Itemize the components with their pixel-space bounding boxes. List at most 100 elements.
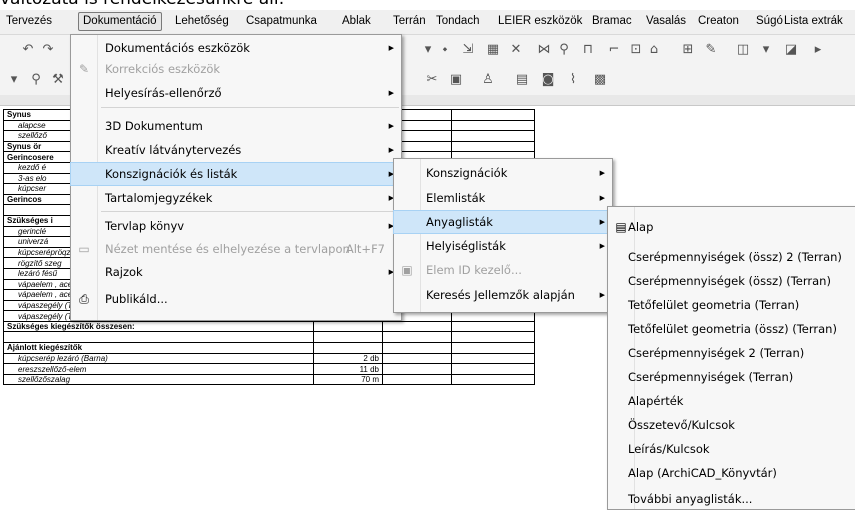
more-icon[interactable]: ▸ (810, 42, 826, 58)
menu-item-label: Cserépmennyiségek (Terran) (628, 370, 794, 384)
dropdown-icon[interactable]: ▾ (758, 42, 774, 58)
menu-item-cserepmennyisegek-ossz-terran[interactable]: Cserépmennyiségek (össz) (Terran) (608, 270, 855, 292)
table-cell (451, 352, 535, 365)
grid-icon[interactable]: ⊞ (680, 42, 696, 58)
menu-item-alapertek[interactable]: Alapérték (608, 390, 855, 412)
menu-item-label: 3D Dokumentum (105, 119, 203, 133)
menu-item-label: Alapérték (628, 394, 684, 408)
redo-icon[interactable]: ↷ (40, 42, 56, 58)
menu-item-konszignaciok[interactable]: Konszignációk ▶ (394, 162, 612, 184)
menu-lehetoseg[interactable]: Lehetőség (171, 13, 233, 30)
menu-lista-extrak[interactable]: Lista extrák (780, 13, 847, 30)
menu-item-anyaglistak[interactable]: Anyaglisták ▶ (393, 210, 613, 234)
menu-bar: Tervezés Dokumentáció Lehetőség Csapatmunka… (0, 10, 855, 35)
menu-leier-eszkozok[interactable]: LEIER eszközök (494, 13, 586, 30)
table-cell (451, 363, 535, 375)
view-icon[interactable]: ◪ (783, 42, 799, 58)
menu-item-kereses-jellemzok-alapjan[interactable]: Keresés Jellemzők alapján ▶ (394, 284, 612, 306)
figure-icon[interactable]: ⚲ (28, 72, 44, 88)
menu-item-helyesiras-ellenorzo[interactable]: Helyesírás-ellenőrző ▶ (71, 82, 401, 104)
measure-icon[interactable]: ⋈ (536, 42, 552, 58)
lists-submenu: Konszignációk ▶ Elemlisták ▶ Anyaglisták ▶ Hel… (393, 158, 613, 313)
menu-item-kreativ-latvanytervezes[interactable]: Kreatív látványtervezés ▶ (71, 139, 401, 161)
marker-icon[interactable]: ⬩ (437, 42, 453, 58)
menu-item-cserepmennyisegek-2-terran[interactable]: Cserépmennyiségek 2 (Terran) (608, 342, 855, 364)
table-cell (3, 331, 314, 344)
image-icon[interactable]: ▣ (448, 72, 464, 88)
chevron-right-icon: ▶ (388, 44, 394, 52)
menu-vasalas[interactable]: Vasalás (642, 13, 690, 30)
table-row (3, 331, 535, 344)
menu-item-label: Cserépmennyiségek (össz) 2 (Terran) (628, 250, 842, 264)
wall-icon[interactable]: ⌐ (606, 42, 622, 58)
menu-item-label: Elem ID kezelő... (426, 263, 522, 277)
layout-icon[interactable]: ◫ (735, 42, 751, 58)
menu-item-label: Tetőfelület geometria (össz) (Terran) (628, 322, 837, 336)
table-cell (313, 342, 383, 354)
menu-creaton[interactable]: Creaton (694, 13, 743, 30)
brush-icon[interactable]: ⌇ (565, 72, 581, 88)
menu-item-3d-dokumentum[interactable]: 3D Dokumentum ▶ (71, 115, 401, 137)
menu-item-shortcut: Alt+F7 (345, 242, 385, 256)
menu-item-tovabbi-anyaglistak[interactable]: További anyaglisták... (608, 488, 855, 510)
menu-item-konszignaciok-es-listak[interactable]: Konszignációk és listák ▶ (70, 162, 402, 186)
map-icon[interactable]: ▩ (592, 72, 608, 88)
table-cell (382, 320, 452, 333)
select-icon[interactable]: ⇲ (460, 42, 476, 58)
menu-item-rajzok[interactable]: Rajzok ▶ (71, 261, 401, 283)
menu-item-label: Elemlisták (426, 191, 486, 205)
menu-tervezes[interactable]: Tervezés (2, 13, 56, 30)
menu-item-alap[interactable]: ▤ Alap (608, 216, 855, 238)
menu-terran[interactable]: Terrán (389, 13, 430, 30)
tool-icon[interactable]: ⚒ (50, 72, 66, 88)
frame-icon[interactable]: ⊓ (580, 42, 596, 58)
menu-ablak[interactable]: Ablak (338, 13, 375, 30)
menu-item-dokumentacios-eszkozok[interactable]: Dokumentációs eszközök ▶ (71, 37, 401, 59)
menu-item-tetofelulet-geometria-ossz-terran[interactable]: Tetőfelület geometria (össz) (Terran) (608, 318, 855, 340)
menu-csapatmunka[interactable]: Csapatmunka (242, 13, 321, 30)
menu-item-label: Nézet mentése és elhelyezése a tervlapon (105, 242, 350, 256)
menu-item-tetofelulet-geometria-terran[interactable]: Tetőfelület geometria (Terran) (608, 294, 855, 316)
camera-icon[interactable]: ◙ (540, 72, 556, 88)
menu-item-label: Keresés Jellemzők alapján (426, 288, 575, 302)
dropdown-icon[interactable]: ▾ (6, 72, 22, 88)
pen-icon[interactable]: ✎ (703, 42, 719, 58)
menu-item-osszetevo-kulcsok[interactable]: Összetevő/Kulcsok (608, 414, 855, 436)
pen-icon: ✎ (78, 62, 90, 76)
menu-item-helyiseglistak[interactable]: Helyiséglisták ▶ (394, 235, 612, 257)
pin-icon[interactable]: ⚲ (556, 42, 572, 58)
arrow-icon[interactable]: ▾ (420, 42, 436, 58)
menu-item-label: Korrekciós eszközök (105, 62, 221, 76)
house-icon[interactable]: ⌂ (646, 42, 662, 58)
menu-dokumentacio[interactable]: Dokumentáció (78, 12, 162, 31)
menu-bramac[interactable]: Bramac (588, 13, 636, 30)
menu-item-label: Helyiséglisták (426, 239, 506, 253)
table-icon[interactable]: ▦ (485, 42, 501, 58)
menu-item-elemlistak[interactable]: Elemlisták ▶ (394, 187, 612, 209)
menu-item-tartalomjegyzekek[interactable]: Tartalomjegyzékek ▶ (71, 187, 401, 209)
window-icon[interactable]: ⊡ (628, 42, 644, 58)
menu-item-leiras-kulcsok[interactable]: Leírás/Kulcsok (608, 438, 855, 460)
menu-item-label: Helyesírás-ellenőrző (105, 86, 222, 100)
grid-icon[interactable]: ▤ (514, 72, 530, 88)
menu-item-alap-archicad-konyvtar[interactable]: Alap (ArchiCAD_Könyvtár) (608, 462, 855, 484)
menu-item-label: Tartalomjegyzékek (105, 191, 213, 205)
caption-text: változata is rendelkezésünkre áll: (0, 0, 855, 10)
undo-icon[interactable]: ↶ (20, 42, 36, 58)
menu-item-cserepmennyisegek-terran[interactable]: Cserépmennyiségek (Terran) (608, 366, 855, 388)
menu-item-label: Tetőfelület geometria (Terran) (628, 298, 800, 312)
chevron-right-icon: ▶ (599, 169, 605, 177)
publish-icon: ⎙ (79, 292, 89, 306)
menu-item-tervlap-konyv[interactable]: Tervlap könyv ▶ (71, 215, 401, 237)
paint-icon[interactable]: ♙ (480, 72, 496, 88)
close-icon[interactable]: ✕ (508, 42, 524, 58)
table-cell (451, 373, 535, 386)
table-cell (451, 109, 535, 121)
menu-item-cserepmennyisegek-ossz-2-terran[interactable]: Cserépmennyiségek (össz) 2 (Terran) (608, 246, 855, 268)
table-cell: 2 db (313, 352, 383, 365)
menu-tondach[interactable]: Tondach (432, 13, 483, 30)
menu-item-publikald[interactable]: ⎙ Publikáld... (71, 288, 401, 310)
chevron-right-icon: ▶ (599, 194, 605, 202)
chevron-right-icon: ▶ (388, 89, 394, 97)
scissors-icon[interactable]: ✂ (424, 72, 440, 88)
